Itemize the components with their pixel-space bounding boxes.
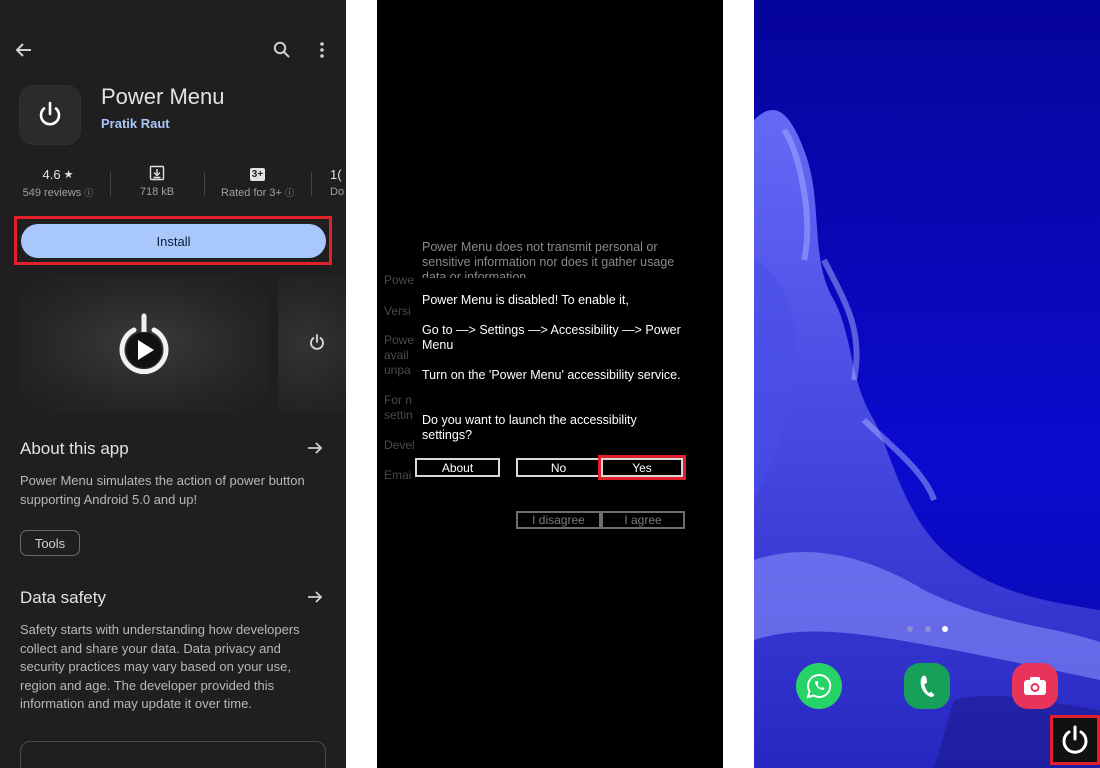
yes-highlight xyxy=(598,455,686,480)
divider xyxy=(311,172,312,196)
about-title[interactable]: About this app xyxy=(20,439,129,459)
arrow-right-icon[interactable] xyxy=(304,587,326,607)
screenshot-preview[interactable] xyxy=(278,275,346,413)
download-icon xyxy=(149,165,165,184)
background-text: Emai xyxy=(384,468,412,482)
rating-value: 4.6 xyxy=(42,166,61,182)
data-safety-description: Safety starts with understanding how dev… xyxy=(20,622,300,711)
app-title: Power Menu xyxy=(101,84,225,109)
accessibility-dialog-screen: Powe Versi Powe avail unpa For n settin … xyxy=(377,0,723,768)
phone-icon[interactable] xyxy=(904,663,950,709)
gutter xyxy=(346,0,377,768)
size-stat: 718 kB xyxy=(118,165,196,198)
size-value: 718 kB xyxy=(139,186,175,198)
downloads-value: 1( xyxy=(330,166,342,182)
background-text: Devel xyxy=(384,438,415,452)
background-text: avail xyxy=(384,348,409,362)
downloads-stat: 1( Do xyxy=(330,166,346,199)
arrow-right-icon[interactable] xyxy=(304,438,326,458)
dialog-message-question: Do you want to launch the accessibility … xyxy=(422,413,637,442)
reviews-count: 549 reviews xyxy=(22,187,82,199)
data-safety-title[interactable]: Data safety xyxy=(20,588,106,608)
divider xyxy=(204,172,205,196)
camera-icon[interactable] xyxy=(1012,663,1058,709)
agree-button[interactable]: I agree xyxy=(601,511,685,529)
dialog-message-disabled: Power Menu is disabled! To enable it, xyxy=(422,293,629,307)
privacy-notice-text: Power Menu does not transmit personal or… xyxy=(422,240,675,278)
page-indicator-dot-active xyxy=(942,626,948,632)
rating-stat[interactable]: 4.6 ★ 549 reviews ⓘ xyxy=(14,166,102,200)
app-icon xyxy=(20,86,80,144)
power-icon xyxy=(39,101,61,126)
info-icon: ⓘ xyxy=(84,188,94,198)
whatsapp-icon[interactable] xyxy=(796,663,842,709)
background-text: settin xyxy=(384,408,413,422)
gutter xyxy=(723,0,754,768)
home-screen xyxy=(754,0,1100,768)
power-icon xyxy=(310,334,324,350)
category-chip[interactable]: Tools xyxy=(20,530,80,556)
about-button[interactable]: About xyxy=(415,458,500,477)
no-button[interactable]: No xyxy=(516,458,601,477)
power-menu-shortcut[interactable] xyxy=(1050,715,1100,765)
dialog-message-turn-on: Turn on the 'Power Menu' accessibility s… xyxy=(422,368,681,382)
video-preview[interactable] xyxy=(20,275,268,413)
coral-reef-wallpaper xyxy=(754,110,1100,768)
page-indicator-dot xyxy=(907,626,913,632)
back-arrow-icon[interactable] xyxy=(12,38,36,62)
age-rating-label: Rated for 3+ xyxy=(221,187,282,199)
page-indicator-dot xyxy=(925,626,931,632)
search-icon[interactable] xyxy=(270,38,294,62)
age-rating-stat[interactable]: 3+ Rated for 3+ ⓘ xyxy=(210,166,305,199)
install-button[interactable]: Install xyxy=(21,224,326,258)
disagree-button[interactable]: I disagree xyxy=(516,511,601,529)
background-text: Powe xyxy=(384,273,415,287)
developer-link[interactable]: Pratik Raut xyxy=(101,116,170,131)
divider xyxy=(110,172,111,196)
play-store-screen: Power Menu Pratik Raut 4.6 ★ 549 reviews … xyxy=(0,0,346,768)
about-description: Power Menu simulates the action of power… xyxy=(20,473,305,507)
power-icon xyxy=(1062,725,1088,754)
downloads-label: Do xyxy=(330,186,345,198)
play-icon xyxy=(119,313,169,375)
age-badge: 3+ xyxy=(249,167,266,181)
data-safety-card[interactable] xyxy=(20,741,326,768)
star-icon: ★ xyxy=(63,168,74,181)
info-icon: ⓘ xyxy=(284,188,294,198)
dialog-message-path: Go to —> Settings —> Accessibility —> Po… xyxy=(422,323,681,352)
background-text: Powe xyxy=(384,333,415,347)
background-text: Versi xyxy=(384,304,411,318)
background-text: For n xyxy=(384,393,413,407)
background-text: unpa xyxy=(384,363,411,377)
more-options-icon[interactable] xyxy=(310,38,334,62)
